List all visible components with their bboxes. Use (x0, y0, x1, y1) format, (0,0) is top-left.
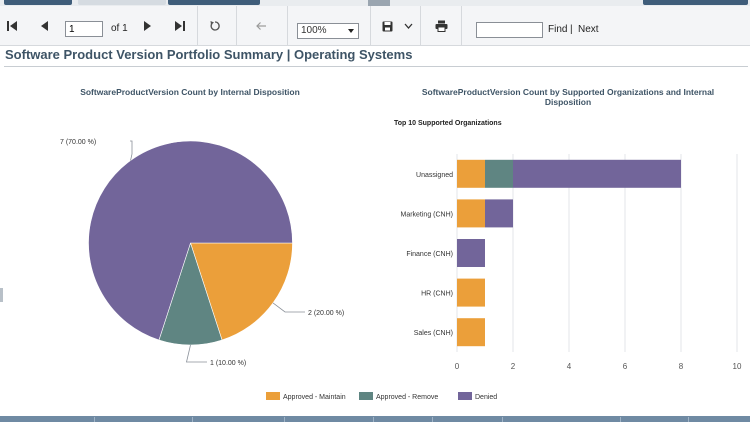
back-icon (256, 22, 266, 30)
save-button[interactable] (379, 6, 395, 46)
pie-data-label: 1 (10.00 %) (210, 360, 246, 367)
top-tab-4[interactable] (643, 0, 748, 5)
page-number-input[interactable] (65, 21, 103, 37)
refresh-icon (210, 21, 220, 31)
next-page-icon (144, 21, 151, 31)
bar-segment-denied[interactable] (513, 159, 681, 188)
find-input[interactable] (476, 22, 543, 38)
bar-segment-approved-remove[interactable] (485, 159, 513, 188)
bar-category-label: Finance (CNH) (406, 251, 453, 258)
top-tab-3[interactable] (168, 0, 260, 5)
zoom-value: 100% (301, 25, 327, 36)
find-separator: | (570, 24, 573, 35)
bar-x-tick-label: 8 (679, 362, 684, 371)
last-page-button[interactable] (170, 6, 190, 46)
back-button[interactable] (251, 6, 271, 46)
print-icon (435, 20, 447, 32)
legend-swatch (458, 392, 472, 400)
next-page-button[interactable] (138, 6, 158, 46)
find-next-button[interactable]: Next (578, 24, 599, 35)
page-total: 1 (122, 23, 128, 34)
chart-legend: Approved - Maintain Approved - Remove Deni… (266, 392, 497, 401)
refresh-button[interactable] (205, 6, 225, 46)
bar-category-label: Sales (CNH) (414, 330, 453, 337)
save-icon (382, 21, 392, 31)
previous-page-button[interactable] (34, 6, 54, 46)
report-canvas: Software Product Version Portfolio Summa… (0, 47, 750, 416)
legend-swatch (266, 392, 280, 400)
previous-page-icon (41, 21, 48, 31)
legend-label: Approved - Maintain (283, 394, 346, 401)
bar-category-label: Marketing (CNH) (400, 211, 453, 218)
bar-x-tick-label: 0 (455, 362, 460, 371)
top-tab-1[interactable] (4, 0, 72, 5)
legend-swatch (359, 392, 373, 400)
bottom-column-strip (0, 416, 750, 422)
bar-x-tick-label: 6 (623, 362, 628, 371)
page-of-label: of 1 (111, 23, 128, 34)
bar-x-tick-label: 2 (511, 362, 516, 371)
first-page-button[interactable] (2, 6, 22, 46)
legend-item: Denied (458, 392, 497, 401)
print-button[interactable] (432, 6, 450, 46)
bar-category-label: HR (CNH) (421, 291, 453, 298)
pie-leader-line (185, 344, 207, 363)
zoom-select[interactable]: 100% (297, 23, 359, 39)
bar-segment-denied[interactable] (485, 199, 513, 228)
pie-chart: 2 (20.00 %) 1 (10.00 %) 7 (70.00 %) (60, 139, 344, 367)
bar-category-label: Unassigned (416, 172, 453, 179)
find-button[interactable]: Find (548, 24, 567, 35)
bar-chart: 0 2 4 6 8 10 Unassigned Marketing (CNH) Finance … (400, 154, 742, 371)
export-dropdown-button[interactable] (401, 6, 415, 46)
pie-leader-line (272, 302, 305, 313)
zoom-caret-icon (348, 29, 354, 33)
bar-x-tick-label: 4 (567, 362, 572, 371)
last-page-icon (175, 21, 185, 31)
bar-segment-denied[interactable] (457, 239, 485, 267)
top-tab-2[interactable] (78, 0, 166, 5)
report-toolbar: of 1 100% Find | Next (0, 6, 750, 46)
first-page-icon (7, 21, 17, 31)
chevron-down-icon (404, 23, 412, 29)
legend-label: Denied (475, 394, 497, 401)
legend-item: Approved - Maintain (266, 392, 346, 401)
bar-segment-approved-maintain[interactable] (457, 318, 485, 347)
pie-leader-line (130, 140, 133, 161)
bar-segment-approved-maintain[interactable] (457, 278, 485, 307)
bar-segment-approved-maintain[interactable] (457, 199, 485, 228)
bar-x-tick-label: 10 (733, 362, 742, 371)
legend-item: Approved - Remove (359, 392, 438, 401)
bar-segment-approved-maintain[interactable] (457, 159, 485, 188)
pie-data-label: 2 (20.00 %) (308, 310, 344, 317)
pie-data-label: 7 (70.00 %) (60, 139, 96, 146)
side-panel-handle[interactable] (0, 288, 3, 302)
legend-label: Approved - Remove (376, 394, 438, 401)
